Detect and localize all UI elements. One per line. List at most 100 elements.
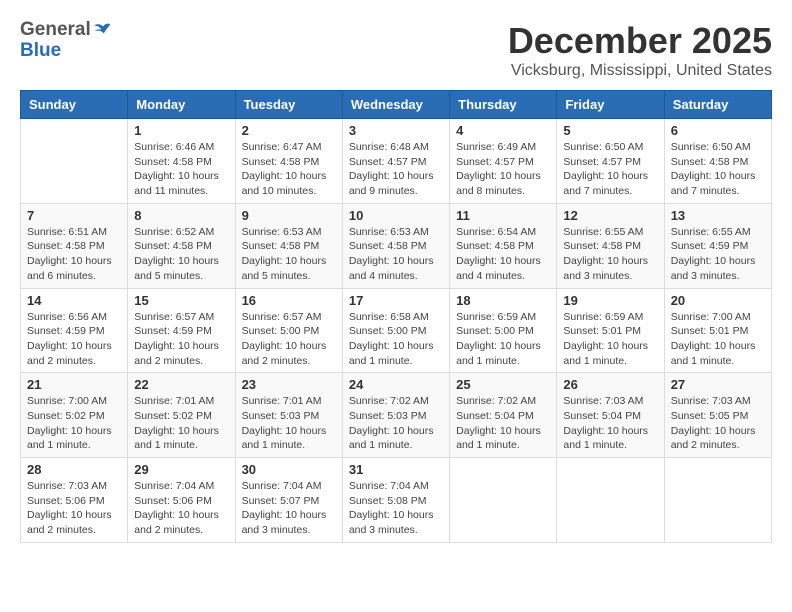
- calendar-cell: 23 Sunrise: 7:01 AM Sunset: 5:03 PM Dayli…: [235, 373, 342, 458]
- calendar-cell: 29 Sunrise: 7:04 AM Sunset: 5:06 PM Dayli…: [128, 458, 235, 543]
- day-number: 4: [456, 123, 550, 138]
- day-info: Sunrise: 7:04 AM Sunset: 5:07 PM Dayligh…: [242, 479, 336, 538]
- calendar-cell: 14 Sunrise: 6:56 AM Sunset: 4:59 PM Dayli…: [21, 288, 128, 373]
- calendar-cell: 7 Sunrise: 6:51 AM Sunset: 4:58 PM Daylig…: [21, 203, 128, 288]
- day-info: Sunrise: 6:53 AM Sunset: 4:58 PM Dayligh…: [242, 225, 336, 284]
- day-number: 30: [242, 462, 336, 477]
- month-title: December 2025: [508, 20, 772, 62]
- day-number: 29: [134, 462, 228, 477]
- day-info: Sunrise: 6:57 AM Sunset: 5:00 PM Dayligh…: [242, 310, 336, 369]
- calendar-cell: 10 Sunrise: 6:53 AM Sunset: 4:58 PM Dayli…: [342, 203, 449, 288]
- location-title: Vicksburg, Mississippi, United States: [508, 62, 772, 80]
- day-number: 14: [27, 293, 121, 308]
- day-info: Sunrise: 7:03 AM Sunset: 5:05 PM Dayligh…: [671, 394, 765, 453]
- day-info: Sunrise: 6:56 AM Sunset: 4:59 PM Dayligh…: [27, 310, 121, 369]
- day-number: 16: [242, 293, 336, 308]
- day-info: Sunrise: 6:52 AM Sunset: 4:58 PM Dayligh…: [134, 225, 228, 284]
- calendar-cell: 15Sunrise: 6:57 AM Sunset: 4:59 PM Dayli…: [128, 288, 235, 373]
- day-info: Sunrise: 6:51 AM Sunset: 4:58 PM Dayligh…: [27, 225, 121, 284]
- calendar-cell: 2 Sunrise: 6:47 AM Sunset: 4:58 PM Daylig…: [235, 119, 342, 204]
- calendar-cell: 17Sunrise: 6:58 AM Sunset: 5:00 PM Dayli…: [342, 288, 449, 373]
- day-number: 10: [349, 208, 443, 223]
- calendar-cell: 24 Sunrise: 7:02 AM Sunset: 5:03 PM Dayli…: [342, 373, 449, 458]
- day-header-friday: Friday: [557, 91, 664, 119]
- calendar-body: 1 Sunrise: 6:46 AM Sunset: 4:58 PM Daylig…: [21, 119, 772, 543]
- calendar-cell: 18 Sunrise: 6:59 AM Sunset: 5:00 PM Dayli…: [450, 288, 557, 373]
- day-info: Sunrise: 6:50 AM Sunset: 4:57 PM Dayligh…: [563, 140, 657, 199]
- calendar-cell: 21Sunrise: 7:00 AM Sunset: 5:02 PM Dayli…: [21, 373, 128, 458]
- calendar-cell: 16 Sunrise: 6:57 AM Sunset: 5:00 PM Dayli…: [235, 288, 342, 373]
- logo: General Blue: [20, 20, 114, 62]
- calendar-week-3: 14 Sunrise: 6:56 AM Sunset: 4:59 PM Dayli…: [21, 288, 772, 373]
- logo-general: General: [20, 20, 91, 41]
- calendar-cell: 5 Sunrise: 6:50 AM Sunset: 4:57 PM Daylig…: [557, 119, 664, 204]
- day-number: 12: [563, 208, 657, 223]
- day-number: 11: [456, 208, 550, 223]
- day-number: 22: [134, 377, 228, 392]
- day-number: 27: [671, 377, 765, 392]
- day-info: Sunrise: 7:02 AM Sunset: 5:03 PM Dayligh…: [349, 394, 443, 453]
- day-info: Sunrise: 7:04 AM Sunset: 5:06 PM Dayligh…: [134, 479, 228, 538]
- day-info: Sunrise: 7:03 AM Sunset: 5:04 PM Dayligh…: [563, 394, 657, 453]
- day-info: Sunrise: 7:02 AM Sunset: 5:04 PM Dayligh…: [456, 394, 550, 453]
- calendar-cell: 25 Sunrise: 7:02 AM Sunset: 5:04 PM Dayli…: [450, 373, 557, 458]
- day-info: Sunrise: 7:00 AM Sunset: 5:01 PM Dayligh…: [671, 310, 765, 369]
- day-info: Sunrise: 6:55 AM Sunset: 4:59 PM Dayligh…: [671, 225, 765, 284]
- day-number: 28: [27, 462, 121, 477]
- day-info: Sunrise: 6:58 AM Sunset: 5:00 PM Dayligh…: [349, 310, 443, 369]
- day-number: 18: [456, 293, 550, 308]
- calendar-week-1: 1 Sunrise: 6:46 AM Sunset: 4:58 PM Daylig…: [21, 119, 772, 204]
- day-info: Sunrise: 7:01 AM Sunset: 5:03 PM Dayligh…: [242, 394, 336, 453]
- day-number: 19: [563, 293, 657, 308]
- day-info: Sunrise: 6:55 AM Sunset: 4:58 PM Dayligh…: [563, 225, 657, 284]
- calendar-cell: 12 Sunrise: 6:55 AM Sunset: 4:58 PM Dayli…: [557, 203, 664, 288]
- day-header-tuesday: Tuesday: [235, 91, 342, 119]
- logo-bird-icon: [92, 21, 114, 39]
- day-info: Sunrise: 7:00 AM Sunset: 5:02 PM Dayligh…: [27, 394, 121, 453]
- day-number: 23: [242, 377, 336, 392]
- calendar-header: SundayMondayTuesdayWednesdayThursdayFrid…: [21, 91, 772, 119]
- calendar-week-5: 28 Sunrise: 7:03 AM Sunset: 5:06 PM Dayli…: [21, 458, 772, 543]
- day-info: Sunrise: 7:03 AM Sunset: 5:06 PM Dayligh…: [27, 479, 121, 538]
- day-header-saturday: Saturday: [664, 91, 771, 119]
- calendar-cell: 20 Sunrise: 7:00 AM Sunset: 5:01 PM Dayli…: [664, 288, 771, 373]
- day-number: 2: [242, 123, 336, 138]
- calendar-cell: 31Sunrise: 7:04 AM Sunset: 5:08 PM Dayli…: [342, 458, 449, 543]
- calendar-cell: 28 Sunrise: 7:03 AM Sunset: 5:06 PM Dayli…: [21, 458, 128, 543]
- day-number: 26: [563, 377, 657, 392]
- day-info: Sunrise: 6:49 AM Sunset: 4:57 PM Dayligh…: [456, 140, 550, 199]
- day-info: Sunrise: 6:59 AM Sunset: 5:00 PM Dayligh…: [456, 310, 550, 369]
- day-number: 1: [134, 123, 228, 138]
- day-number: 6: [671, 123, 765, 138]
- day-number: 20: [671, 293, 765, 308]
- day-number: 8: [134, 208, 228, 223]
- day-info: Sunrise: 7:01 AM Sunset: 5:02 PM Dayligh…: [134, 394, 228, 453]
- day-header-thursday: Thursday: [450, 91, 557, 119]
- calendar-cell: 8 Sunrise: 6:52 AM Sunset: 4:58 PM Daylig…: [128, 203, 235, 288]
- logo-blue: Blue: [20, 41, 61, 62]
- calendar-table: SundayMondayTuesdayWednesdayThursdayFrid…: [20, 90, 772, 543]
- calendar-cell: 1 Sunrise: 6:46 AM Sunset: 4:58 PM Daylig…: [128, 119, 235, 204]
- title-block: December 2025 Vicksburg, Mississippi, Un…: [508, 20, 772, 80]
- calendar-cell: 4 Sunrise: 6:49 AM Sunset: 4:57 PM Daylig…: [450, 119, 557, 204]
- day-info: Sunrise: 6:57 AM Sunset: 4:59 PM Dayligh…: [134, 310, 228, 369]
- calendar-cell: [450, 458, 557, 543]
- day-number: 24: [349, 377, 443, 392]
- page-header: General Blue December 2025 Vicksburg, Mi…: [20, 20, 772, 80]
- day-info: Sunrise: 6:48 AM Sunset: 4:57 PM Dayligh…: [349, 140, 443, 199]
- day-info: Sunrise: 6:46 AM Sunset: 4:58 PM Dayligh…: [134, 140, 228, 199]
- day-number: 25: [456, 377, 550, 392]
- calendar-cell: [21, 119, 128, 204]
- day-number: 7: [27, 208, 121, 223]
- calendar-cell: 13 Sunrise: 6:55 AM Sunset: 4:59 PM Dayli…: [664, 203, 771, 288]
- day-number: 3: [349, 123, 443, 138]
- day-info: Sunrise: 6:53 AM Sunset: 4:58 PM Dayligh…: [349, 225, 443, 284]
- day-info: Sunrise: 7:04 AM Sunset: 5:08 PM Dayligh…: [349, 479, 443, 538]
- day-number: 5: [563, 123, 657, 138]
- day-number: 13: [671, 208, 765, 223]
- day-header-sunday: Sunday: [21, 91, 128, 119]
- day-info: Sunrise: 6:47 AM Sunset: 4:58 PM Dayligh…: [242, 140, 336, 199]
- day-header-monday: Monday: [128, 91, 235, 119]
- calendar-cell: 22 Sunrise: 7:01 AM Sunset: 5:02 PM Dayli…: [128, 373, 235, 458]
- calendar-cell: [664, 458, 771, 543]
